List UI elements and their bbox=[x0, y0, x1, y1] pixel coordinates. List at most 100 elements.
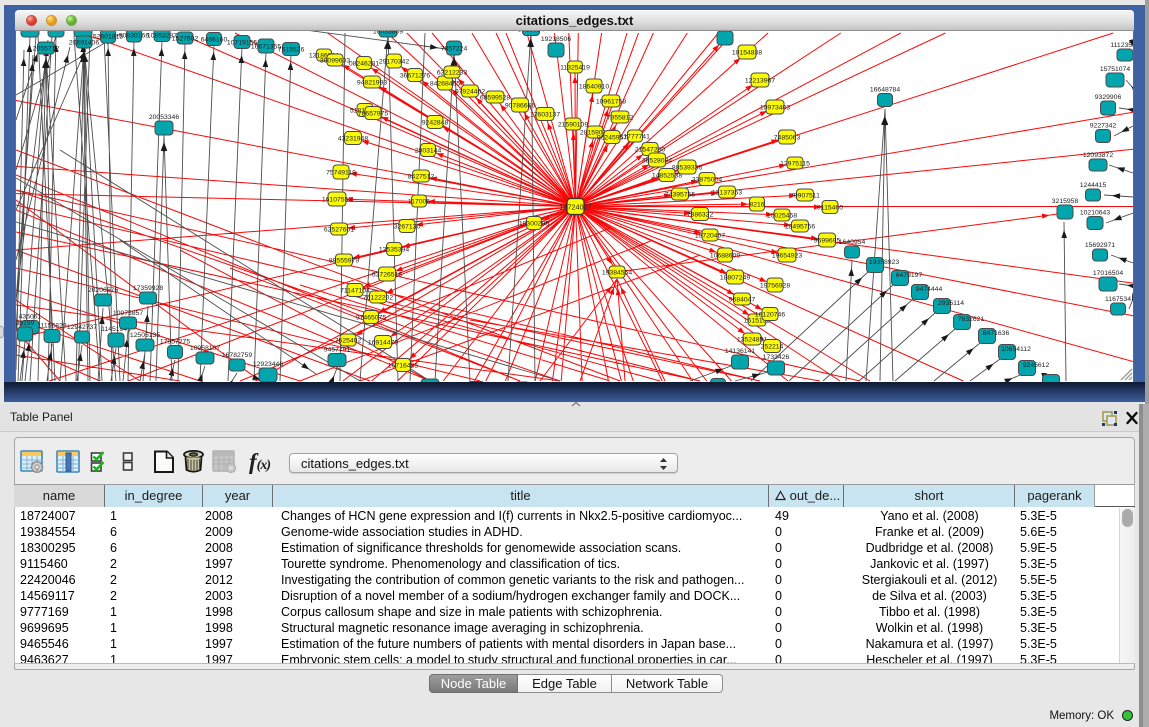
svg-text:75749118: 75749118 bbox=[326, 170, 356, 177]
svg-text:10973403: 10973403 bbox=[760, 105, 790, 112]
svg-text:43231948: 43231948 bbox=[338, 136, 368, 143]
svg-text:29170342: 29170342 bbox=[379, 59, 409, 66]
svg-text:2055712: 2055712 bbox=[33, 46, 60, 53]
svg-text:18640910: 18640910 bbox=[579, 84, 609, 91]
svg-text:14136141: 14136141 bbox=[725, 348, 755, 355]
svg-text:39159: 39159 bbox=[16, 320, 35, 327]
svg-text:7886322: 7886322 bbox=[687, 212, 714, 219]
svg-text:84268465: 84268465 bbox=[430, 81, 460, 88]
svg-text:79907511: 79907511 bbox=[790, 193, 820, 200]
svg-text:7857224: 7857224 bbox=[441, 46, 468, 53]
svg-text:7515526: 7515526 bbox=[278, 47, 305, 54]
svg-text:12093872: 12093872 bbox=[1083, 152, 1113, 159]
svg-text:10688609: 10688609 bbox=[710, 253, 740, 260]
svg-text:38528084: 38528084 bbox=[642, 158, 672, 165]
svg-text:39099603: 39099603 bbox=[320, 58, 350, 65]
svg-text:117006: 117006 bbox=[408, 199, 430, 206]
svg-text:1244415: 1244415 bbox=[1080, 182, 1107, 189]
svg-text:10975857: 10975857 bbox=[113, 310, 143, 317]
svg-text:18300295: 18300295 bbox=[519, 221, 549, 228]
svg-text:11325419: 11325419 bbox=[560, 65, 590, 72]
svg-text:12942737: 12942737 bbox=[67, 324, 97, 331]
svg-text:16914479: 16914479 bbox=[368, 340, 398, 347]
svg-text:252214: 252214 bbox=[761, 344, 784, 351]
svg-text:88539336: 88539336 bbox=[672, 165, 702, 172]
svg-text:76122202: 76122202 bbox=[363, 295, 393, 302]
svg-text:9457791: 9457791 bbox=[324, 347, 351, 354]
svg-text:17359928: 17359928 bbox=[133, 285, 163, 292]
svg-text:2935114: 2935114 bbox=[938, 300, 964, 307]
svg-text:17603137: 17603137 bbox=[530, 112, 560, 119]
svg-text:90786666: 90786666 bbox=[505, 103, 535, 110]
svg-text:90830166: 90830166 bbox=[119, 33, 149, 40]
svg-text:12975115: 12975115 bbox=[780, 161, 810, 168]
svg-text:21590109: 21590109 bbox=[558, 122, 588, 129]
svg-text:19756928: 19756928 bbox=[760, 283, 790, 290]
svg-text:12213967: 12213967 bbox=[745, 78, 775, 85]
svg-text:15720407: 15720407 bbox=[695, 233, 725, 240]
svg-text:78657975: 78657975 bbox=[358, 111, 388, 118]
svg-text:6479197: 6479197 bbox=[896, 272, 923, 279]
svg-text:1733426: 1733426 bbox=[763, 354, 790, 361]
svg-text:8216: 8216 bbox=[749, 202, 764, 209]
svg-text:20691406: 20691406 bbox=[69, 40, 99, 47]
svg-text:16120746: 16120746 bbox=[755, 312, 785, 319]
svg-text:9329906: 9329906 bbox=[1095, 94, 1122, 101]
svg-text:18495756: 18495756 bbox=[785, 224, 815, 231]
svg-text:20053346: 20053346 bbox=[149, 114, 179, 121]
svg-text:16033809: 16033809 bbox=[373, 31, 403, 36]
svg-text:9699695: 9699695 bbox=[814, 238, 841, 245]
svg-text:3215958: 3215958 bbox=[1052, 198, 1079, 205]
svg-text:8813014: 8813014 bbox=[518, 31, 545, 34]
svg-text:10961758: 10961758 bbox=[596, 99, 626, 106]
svg-text:62527601: 62527601 bbox=[324, 227, 354, 234]
svg-text:68599528: 68599528 bbox=[480, 95, 510, 102]
svg-text:8471636: 8471636 bbox=[983, 330, 1010, 337]
svg-text:10025458: 10025458 bbox=[767, 213, 797, 220]
svg-text:9684047: 9684047 bbox=[729, 297, 756, 304]
svg-text:7955812: 7955812 bbox=[607, 115, 634, 122]
svg-text:11123504: 11123504 bbox=[1110, 42, 1133, 49]
svg-text:13137353: 13137353 bbox=[712, 190, 742, 197]
svg-text:6466160: 6466160 bbox=[201, 37, 228, 44]
svg-text:10654112: 10654112 bbox=[1001, 346, 1031, 353]
svg-text:21547280: 21547280 bbox=[635, 147, 665, 154]
svg-text:63726516: 63726516 bbox=[372, 272, 402, 279]
svg-text:9474444: 9474444 bbox=[916, 286, 943, 293]
svg-text:14852538: 14852538 bbox=[652, 173, 682, 180]
svg-text:1640954: 1640954 bbox=[839, 239, 866, 246]
svg-text:10958107: 10958107 bbox=[190, 345, 220, 352]
svg-text:15751074: 15751074 bbox=[1100, 66, 1130, 73]
svg-text:2803144: 2803144 bbox=[415, 148, 442, 155]
svg-text:17957275: 17957275 bbox=[160, 339, 190, 346]
svg-text:13524851: 13524851 bbox=[737, 337, 767, 344]
svg-text:7485063: 7485063 bbox=[774, 135, 801, 142]
svg-text:10210643: 10210643 bbox=[1080, 210, 1110, 217]
svg-text:13535394: 13535394 bbox=[379, 247, 409, 254]
svg-text:97465075: 97465075 bbox=[356, 315, 386, 322]
svg-text:9245612: 9245612 bbox=[1023, 362, 1050, 369]
svg-text:74395755: 74395755 bbox=[665, 192, 695, 199]
svg-text:17016504: 17016504 bbox=[1093, 270, 1123, 277]
svg-text:33875004: 33875004 bbox=[692, 177, 722, 184]
svg-text:18807249: 18807249 bbox=[720, 275, 750, 282]
svg-text:11156829: 11156829 bbox=[37, 323, 66, 330]
svg-text:9242848: 9242848 bbox=[422, 120, 449, 127]
svg-text:20206576: 20206576 bbox=[88, 287, 118, 294]
svg-text:11777741: 11777741 bbox=[620, 134, 650, 141]
svg-text:63212233: 63212233 bbox=[437, 70, 467, 77]
svg-text:19218506: 19218506 bbox=[541, 36, 571, 43]
svg-text:16648784: 16648784 bbox=[870, 87, 900, 94]
svg-text:12505135: 12505135 bbox=[130, 332, 160, 339]
svg-text:9227342: 9227342 bbox=[1090, 123, 1117, 130]
svg-text:89555979: 89555979 bbox=[329, 258, 359, 265]
svg-text:12923446: 12923446 bbox=[253, 361, 283, 368]
svg-text:15716485: 15716485 bbox=[388, 363, 418, 370]
svg-text:8427512: 8427512 bbox=[408, 174, 435, 181]
svg-text:1527602: 1527602 bbox=[172, 36, 199, 43]
svg-text:1167534: 1167534 bbox=[1105, 296, 1131, 303]
svg-text:36671276: 36671276 bbox=[400, 73, 430, 80]
svg-text:94821993: 94821993 bbox=[357, 80, 387, 87]
svg-text:19654923: 19654923 bbox=[772, 253, 802, 260]
svg-text:16671355: 16671355 bbox=[251, 44, 281, 51]
